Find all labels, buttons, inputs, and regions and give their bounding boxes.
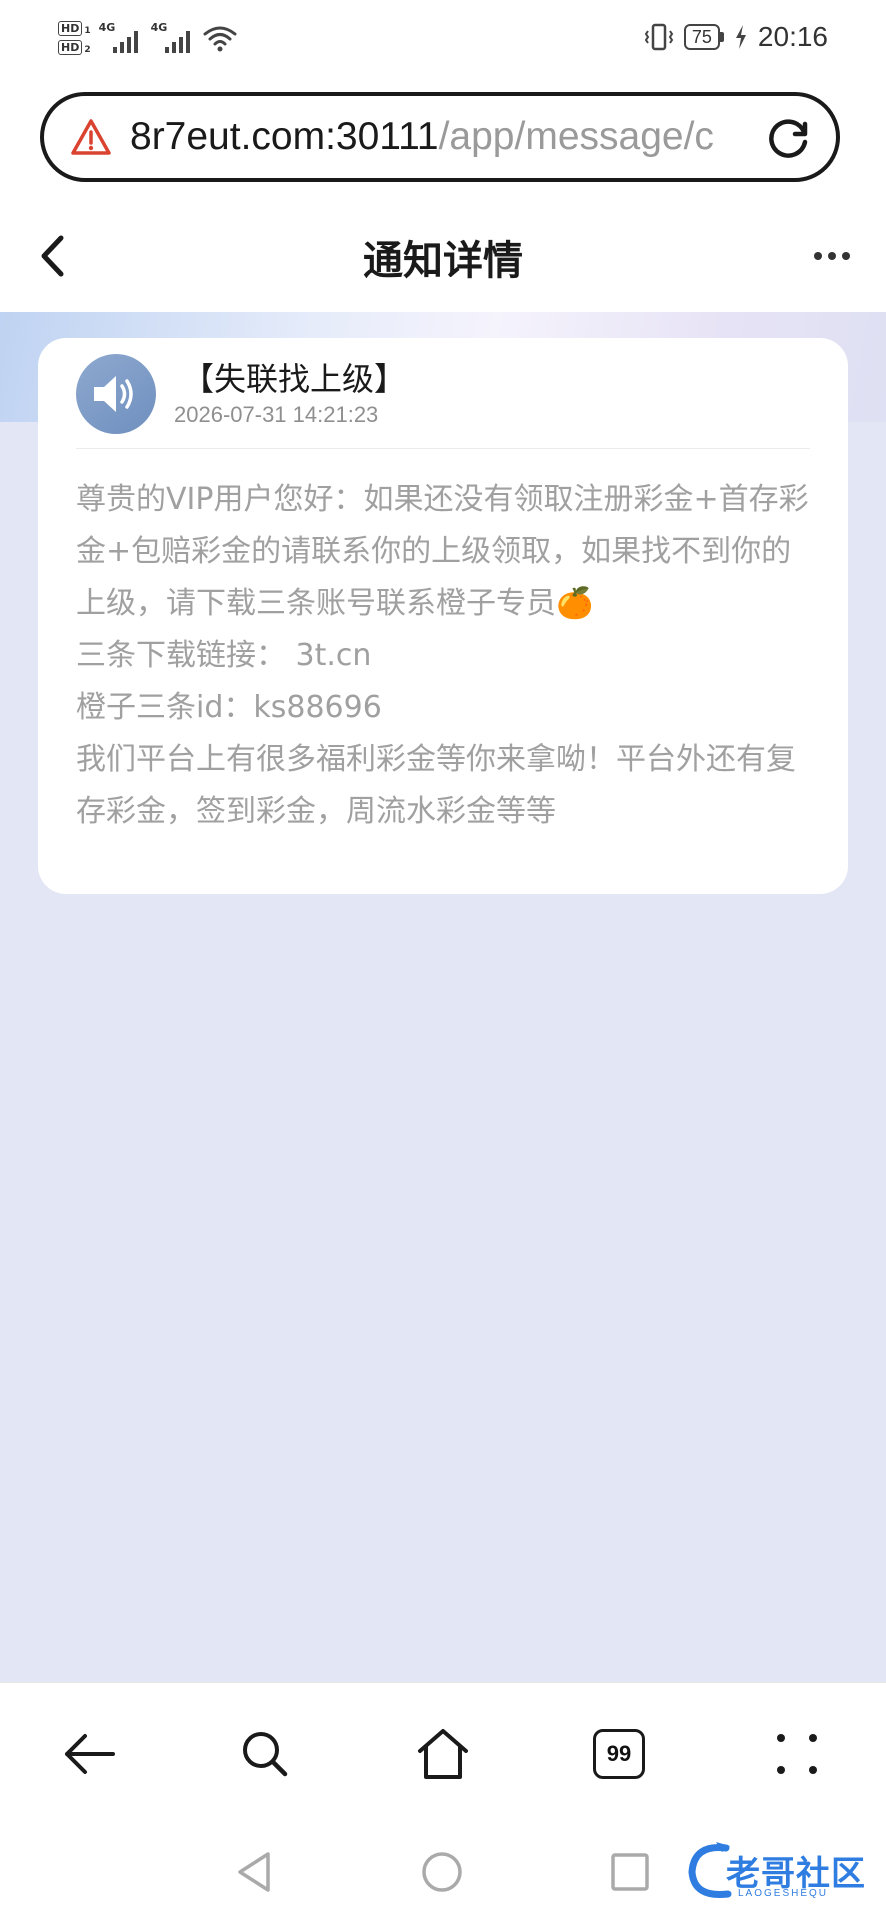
status-bar: HD 1 HD 2 4G 4G 75 20:16	[0, 0, 886, 78]
notice-paragraph: 我们平台上有很多福利彩金等你来拿呦！平台外还有复存彩金，签到彩金，周流水彩金等等	[76, 742, 796, 829]
notice-paragraph: 橙子三条id：ks88696	[76, 690, 382, 725]
more-dot-icon	[842, 252, 850, 260]
warning-icon[interactable]	[70, 118, 112, 156]
notice-body: 尊贵的VIP用户您好：如果还没有领取注册彩金+首存彩金+包赔彩金的请联系你的上级…	[76, 474, 818, 838]
menu-dots-icon	[777, 1734, 817, 1774]
battery-nub	[719, 32, 724, 42]
tabs-button[interactable]: 99	[584, 1719, 654, 1789]
arrow-left-icon	[65, 1734, 115, 1774]
square-recents-icon	[611, 1853, 649, 1891]
notice-card: 【失联找上级】 2026-07-31 14:21:23 尊贵的VIP用户您好：如…	[38, 338, 848, 894]
more-options-button[interactable]	[802, 236, 862, 276]
wifi-icon	[203, 26, 237, 52]
url-host: 8r7eut.com:30111	[130, 115, 439, 158]
home-button[interactable]	[408, 1719, 478, 1789]
status-left: HD 1 HD 2 4G 4G	[58, 14, 237, 62]
browser-back-button[interactable]	[54, 1719, 124, 1789]
more-dot-icon	[814, 252, 822, 260]
nav-recents-button[interactable]	[602, 1844, 658, 1900]
charging-icon	[735, 25, 746, 49]
battery-level: 75	[683, 24, 720, 50]
status-right: 75 20:16	[644, 20, 828, 54]
nav-back-button[interactable]	[226, 1844, 282, 1900]
search-button[interactable]	[230, 1719, 300, 1789]
url-text[interactable]: 8r7eut.com:30111/app/message/c	[130, 115, 764, 159]
watermark-subtext: LAOGESHEQU	[738, 1888, 829, 1899]
sim-indicators: HD 1 HD 2	[58, 21, 91, 55]
battery-indicator: 75	[683, 24, 724, 50]
signal-2-icon: 4G	[151, 21, 195, 55]
browser-toolbar: 99	[0, 1682, 886, 1823]
watermark-logo: 老哥社区 LAOGESHEQU	[686, 1836, 876, 1906]
browser-address-area: 8r7eut.com:30111/app/message/c	[0, 78, 886, 200]
system-navigation: 老哥社区 LAOGESHEQU	[0, 1822, 886, 1920]
address-bar[interactable]: 8r7eut.com:30111/app/message/c	[40, 92, 840, 182]
speaker-avatar	[76, 354, 156, 434]
clock: 20:16	[757, 21, 828, 52]
reload-icon[interactable]	[764, 112, 814, 162]
home-icon	[418, 1729, 468, 1779]
url-path: /app/message/c	[438, 115, 714, 158]
sim1-index: 1	[84, 26, 91, 36]
signal-1-icon: 4G	[99, 21, 143, 55]
notice-title: 【失联找上级】	[182, 360, 407, 398]
menu-button[interactable]	[762, 1719, 832, 1789]
tabs-count: 99	[593, 1729, 645, 1779]
circle-home-icon	[422, 1852, 462, 1892]
vibrate-icon	[644, 23, 674, 51]
speaker-icon	[94, 376, 133, 412]
nav-home-button[interactable]	[414, 1844, 470, 1900]
sim1-hd-badge: HD	[58, 21, 83, 36]
page-header: 通知详情	[0, 200, 886, 312]
sim2-index: 2	[84, 45, 91, 55]
sim2-hd-badge: HD	[58, 40, 83, 55]
notice-timestamp: 2026-07-31 14:21:23	[174, 402, 379, 427]
more-dot-icon	[828, 252, 836, 260]
notice-paragraph: 三条下载链接： 3t.cn	[76, 638, 372, 673]
page-title: 通知详情	[363, 238, 523, 284]
divider	[76, 448, 810, 449]
triangle-back-icon	[238, 1852, 270, 1892]
notice-paragraph: 尊贵的VIP用户您好：如果还没有领取注册彩金+首存彩金+包赔彩金的请联系你的上级…	[76, 482, 809, 621]
search-icon	[243, 1732, 288, 1777]
